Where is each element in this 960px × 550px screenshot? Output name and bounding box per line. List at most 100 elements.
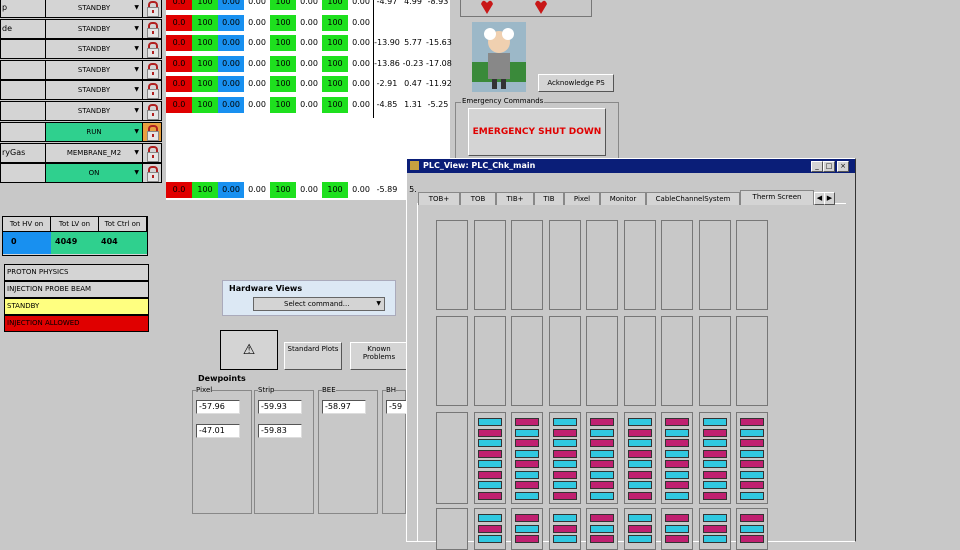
plc-rack-slot[interactable] bbox=[661, 316, 693, 406]
plc-rack-slot[interactable] bbox=[699, 220, 731, 310]
status-pill bbox=[740, 535, 764, 543]
table-cell: 0.00 bbox=[300, 0, 318, 6]
tab-scroll-right[interactable]: ▶ bbox=[824, 192, 835, 205]
lock-icon[interactable] bbox=[142, 142, 162, 163]
status-pill bbox=[515, 481, 539, 489]
status-pill bbox=[478, 449, 502, 458]
lock-icon[interactable] bbox=[142, 18, 162, 39]
plc-rack-slot[interactable] bbox=[549, 220, 581, 310]
table-cell: 0.00 bbox=[218, 76, 244, 92]
acknowledge-ps-button[interactable]: Acknowledge PS bbox=[538, 74, 614, 92]
status-pill bbox=[703, 460, 727, 468]
plc-rack-slot[interactable] bbox=[736, 316, 768, 406]
table-cell: -13.90 bbox=[374, 38, 400, 47]
tot-header: Tot Ctrl on bbox=[99, 217, 147, 232]
table-cell: 0.00 bbox=[352, 17, 370, 27]
state-select[interactable]: ON ▼ bbox=[45, 163, 143, 183]
status-pill bbox=[740, 449, 764, 458]
table-cell: 0.00 bbox=[248, 0, 266, 6]
table-cell bbox=[426, 182, 450, 198]
plc-rack-slot[interactable] bbox=[661, 220, 693, 310]
minimize-icon: _ bbox=[815, 162, 819, 170]
plc-rack-slot[interactable] bbox=[436, 412, 468, 504]
status-pill bbox=[628, 418, 652, 426]
plc-rack-slot[interactable] bbox=[736, 220, 768, 310]
state-select[interactable]: RUN ▼ bbox=[45, 122, 143, 142]
plc-rack-slot[interactable] bbox=[699, 316, 731, 406]
plc-tab[interactable]: Therm Screen bbox=[740, 190, 814, 205]
row-label bbox=[0, 39, 46, 59]
lock-icon[interactable] bbox=[142, 39, 162, 59]
plc-tab[interactable]: TIB bbox=[534, 192, 564, 205]
state-select[interactable]: STANDBY ▼ bbox=[45, 80, 143, 100]
plc-rack-slot[interactable] bbox=[436, 220, 468, 310]
warning-button[interactable]: ⚠ bbox=[220, 330, 278, 370]
lock-icon[interactable] bbox=[142, 122, 162, 142]
table-cell: -4.97 bbox=[376, 0, 398, 6]
status-pill bbox=[478, 491, 502, 500]
state-select[interactable]: MEMBRANE_M2 ▼ bbox=[45, 142, 143, 163]
state-select[interactable]: STANDBY ▼ bbox=[45, 0, 143, 18]
status-pill bbox=[553, 428, 577, 437]
chevron-down-icon: ▼ bbox=[134, 45, 139, 52]
standard-plots-button[interactable]: Standard Plots bbox=[284, 342, 342, 370]
status-pill bbox=[665, 491, 689, 500]
plc-rack-slot[interactable] bbox=[511, 316, 543, 406]
plc-rack-slot[interactable] bbox=[511, 220, 543, 310]
table-cell: 4.99 bbox=[404, 0, 422, 6]
status-pill bbox=[628, 449, 652, 458]
plc-tab[interactable]: Monitor bbox=[600, 192, 646, 205]
status-pill bbox=[478, 470, 502, 479]
plc-rack-slot[interactable] bbox=[586, 220, 618, 310]
status-pill bbox=[478, 439, 502, 447]
state-select[interactable]: STANDBY ▼ bbox=[45, 39, 143, 59]
lock-icon[interactable] bbox=[142, 59, 162, 80]
status-pill bbox=[703, 449, 727, 458]
status-pill bbox=[628, 524, 652, 533]
lock-icon[interactable] bbox=[142, 163, 162, 183]
state-select[interactable]: STANDBY ▼ bbox=[45, 100, 143, 121]
command-select[interactable]: Select command... ▼ bbox=[253, 297, 385, 311]
status-pill bbox=[628, 460, 652, 468]
known-problems-button[interactable]: Known Problems bbox=[350, 342, 408, 370]
table-cell: -17.08 bbox=[426, 58, 452, 68]
plc-rack-slot[interactable] bbox=[586, 316, 618, 406]
status-pill bbox=[553, 481, 577, 489]
plc-rack-slot[interactable] bbox=[436, 316, 468, 406]
table-cell: -13.86 bbox=[374, 58, 400, 68]
table-cell: 0.00 bbox=[300, 79, 318, 88]
minimize-button[interactable]: _ bbox=[811, 161, 823, 172]
lock-icon[interactable] bbox=[142, 0, 162, 18]
table-cell: 100 bbox=[192, 14, 218, 31]
state-select-value: STANDBY bbox=[77, 24, 111, 33]
chevron-down-icon: ▼ bbox=[134, 24, 139, 32]
status-pill bbox=[703, 524, 727, 533]
lock-icon[interactable] bbox=[142, 80, 162, 100]
table-cell: 5.77 bbox=[404, 38, 422, 47]
status-pill bbox=[740, 460, 764, 468]
plc-tab[interactable]: CableChannelSystem bbox=[646, 192, 740, 205]
table-cell: 0.0 bbox=[166, 76, 192, 92]
state-select[interactable]: STANDBY ▼ bbox=[45, 18, 143, 39]
plc-tab[interactable]: TIB+ bbox=[496, 192, 534, 205]
status-pill bbox=[628, 535, 652, 543]
close-button[interactable]: × bbox=[837, 161, 849, 172]
chevron-down-icon: ▼ bbox=[134, 128, 139, 135]
emergency-shutdown-button[interactable]: EMERGENCY SHUT DOWN bbox=[468, 108, 606, 156]
state-select[interactable]: STANDBY ▼ bbox=[45, 59, 143, 80]
lock-icon[interactable] bbox=[142, 100, 162, 121]
plc-tab[interactable]: TOB bbox=[460, 192, 496, 205]
maximize-button[interactable]: □ bbox=[823, 161, 835, 172]
plc-rack-slot[interactable] bbox=[624, 316, 656, 406]
status-pill bbox=[515, 418, 539, 426]
plc-rack-slot[interactable] bbox=[624, 220, 656, 310]
table-cell: 100 bbox=[192, 76, 218, 92]
status-pill bbox=[590, 524, 614, 533]
plc-rack-slot[interactable] bbox=[436, 508, 468, 550]
plc-rack-slot[interactable] bbox=[549, 316, 581, 406]
plc-tab[interactable]: Pixel bbox=[564, 192, 600, 205]
plc-rack-slot[interactable] bbox=[474, 316, 506, 406]
plc-rack-slot[interactable] bbox=[474, 220, 506, 310]
status-pill bbox=[515, 470, 539, 479]
status-pill bbox=[740, 514, 764, 522]
